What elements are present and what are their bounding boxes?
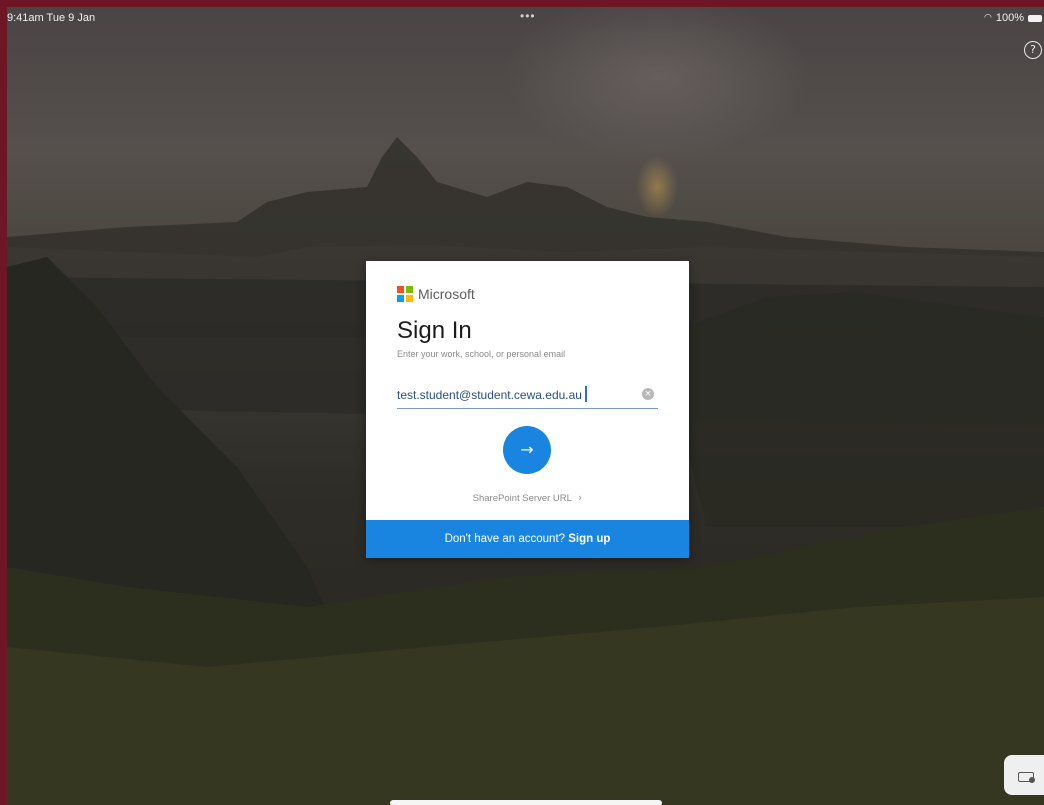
email-field[interactable] (397, 386, 629, 404)
email-field-container: × (397, 382, 658, 409)
status-time: 9:41am Tue 9 Jan (7, 12, 96, 24)
email-prompt: Enter your work, school, or personal ema… (397, 349, 566, 359)
battery-icon (1028, 14, 1042, 22)
clear-icon[interactable]: × (642, 388, 654, 400)
brand-name: Microsoft (418, 286, 475, 302)
chevron-right-icon: › (577, 491, 583, 504)
battery-percent: 100% (995, 12, 1024, 24)
status-bar: 9:41am Tue 9 Jan ••• ◠ 100% (7, 7, 1044, 29)
signup-link[interactable]: Sign up (568, 533, 610, 545)
next-button[interactable]: → (503, 426, 551, 474)
signup-banner[interactable]: Don't have an account? Sign up (366, 520, 689, 558)
keyboard-icon-badge (1029, 777, 1035, 783)
multitasking-dots[interactable]: ••• (520, 9, 536, 23)
device-frame: 9:41am Tue 9 Jan ••• ◠ 100% ? Microsoft … (0, 0, 1044, 805)
microsoft-logo-icon (397, 286, 413, 302)
keyboard-toggle-button[interactable] (1004, 755, 1044, 795)
sharepoint-server-link[interactable]: SharePoint Server URL › (366, 491, 689, 504)
home-indicator[interactable] (390, 800, 662, 805)
sharepoint-link-label: SharePoint Server URL (472, 493, 572, 504)
signup-prompt: Don't have an account? (444, 533, 566, 545)
battery-status: ◠ 100% (984, 12, 1042, 24)
wifi-icon: ◠ (984, 13, 992, 23)
text-caret (585, 386, 587, 402)
screen: 9:41am Tue 9 Jan ••• ◠ 100% ? Microsoft … (7, 7, 1044, 805)
sign-in-card: Microsoft Sign In Enter your work, schoo… (366, 261, 689, 558)
help-button[interactable]: ? (1024, 41, 1042, 59)
microsoft-logo: Microsoft (397, 286, 475, 302)
page-title: Sign In (397, 317, 472, 344)
